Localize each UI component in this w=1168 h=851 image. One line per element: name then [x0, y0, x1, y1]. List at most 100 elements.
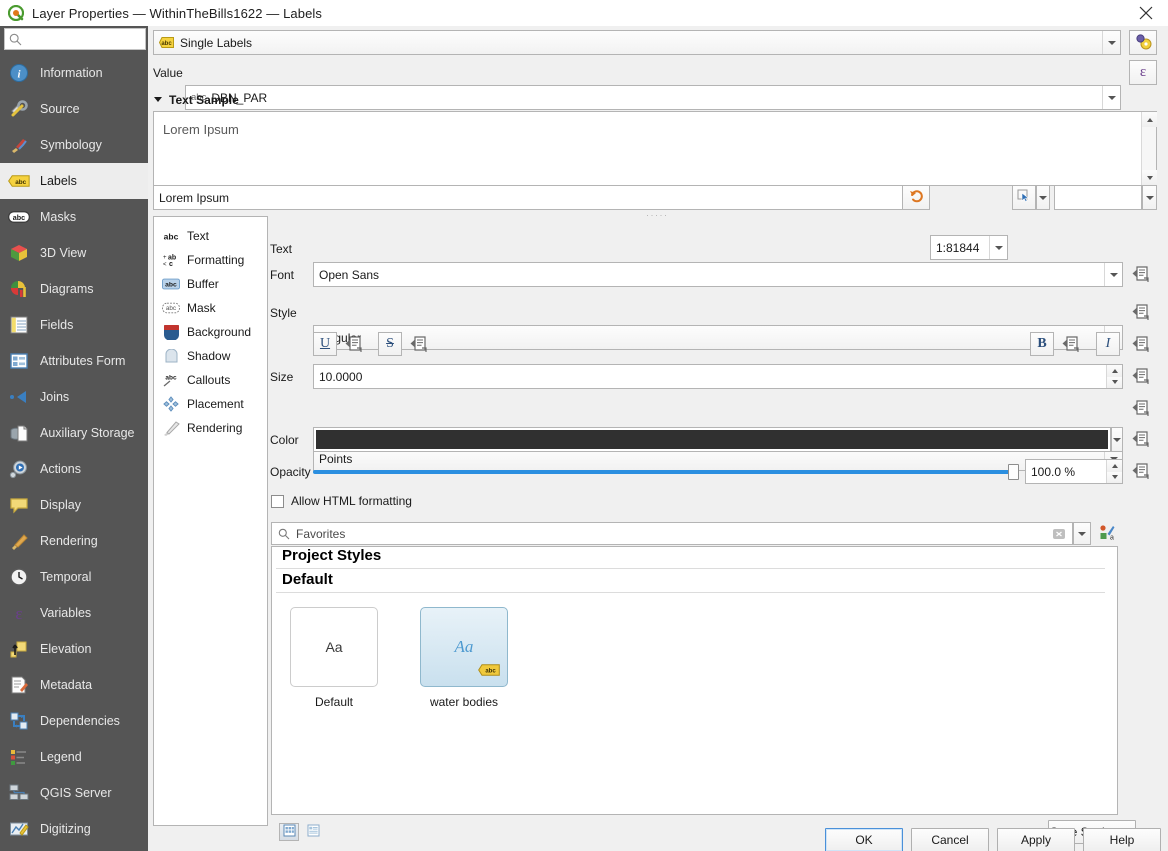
bold-override-button[interactable]: [1061, 334, 1080, 353]
font-combo[interactable]: Open Sans: [313, 262, 1123, 287]
sidebar-item-actions[interactable]: Actions: [0, 451, 148, 487]
sidebar-item-auxiliary-storage[interactable]: Auxiliary Storage: [0, 415, 148, 451]
label-mode-combo[interactable]: abc Single Labels: [153, 30, 1121, 55]
sidebar-item-masks[interactable]: abcMasks: [0, 199, 148, 235]
opacity-slider-handle[interactable]: [1008, 464, 1019, 480]
text-sample-section-header[interactable]: Text Sample: [153, 90, 239, 110]
grid-view-button[interactable]: [279, 823, 299, 841]
close-button[interactable]: [1124, 0, 1168, 26]
sidebar-item-labels[interactable]: abcLabels: [0, 163, 148, 199]
italic-button[interactable]: I: [1096, 332, 1120, 356]
strikethrough-override-button[interactable]: [409, 334, 428, 353]
style-group-header[interactable]: Default: [276, 571, 1105, 593]
help-button[interactable]: Help: [1083, 828, 1161, 851]
checkbox-box[interactable]: [271, 495, 284, 508]
sidebar-item-variables[interactable]: εVariables: [0, 595, 148, 631]
sidebar-item-legend[interactable]: Legend: [0, 739, 148, 775]
expression-button[interactable]: ε: [1129, 60, 1157, 85]
style-override-button[interactable]: [1131, 302, 1150, 321]
sidebar-search-field[interactable]: [22, 31, 132, 47]
map-pick-dropdown[interactable]: [1036, 185, 1050, 210]
size-step-up-icon[interactable]: [1107, 365, 1122, 377]
opacity-step-down-icon[interactable]: [1107, 472, 1122, 484]
opacity-slider[interactable]: [313, 462, 1019, 482]
cancel-button[interactable]: Cancel: [911, 828, 989, 851]
opacity-override-button[interactable]: [1131, 461, 1150, 480]
tab-text[interactable]: abcText: [154, 225, 267, 247]
clear-icon[interactable]: [1052, 527, 1066, 544]
map-pick-button[interactable]: [1012, 185, 1036, 210]
sidebar-item-elevation[interactable]: Elevation: [0, 631, 148, 667]
sample-extra-dropdown[interactable]: [1142, 185, 1157, 210]
color-dropdown[interactable]: [1111, 427, 1123, 452]
chevron-down-icon[interactable]: [1104, 263, 1122, 286]
styles-list-area[interactable]: Project StylesDefault AaDefault Aaabcwater…: [271, 546, 1118, 815]
revert-sample-button[interactable]: [902, 185, 930, 210]
ok-button[interactable]: OK: [825, 828, 903, 851]
units-override-button[interactable]: [1131, 398, 1150, 417]
sidebar-item-display[interactable]: Display: [0, 487, 148, 523]
underline-override-button[interactable]: [344, 334, 363, 353]
size-stepper[interactable]: [1106, 365, 1122, 388]
opacity-stepper[interactable]: [1106, 460, 1122, 483]
color-swatch-button[interactable]: [313, 427, 1111, 452]
sidebar-item-symbology[interactable]: Symbology: [0, 127, 148, 163]
sidebar-item-3d-view[interactable]: 3D View: [0, 235, 148, 271]
style-manager-button[interactable]: [1129, 30, 1157, 55]
size-step-down-icon[interactable]: [1107, 377, 1122, 389]
sidebar-item-joins[interactable]: Joins: [0, 379, 148, 415]
font-override-button[interactable]: [1131, 264, 1150, 283]
preview-vertical-scrollbar[interactable]: [1141, 112, 1156, 185]
style-entry[interactable]: AaDefault: [290, 607, 378, 709]
text-sample-input[interactable]: Lorem Ipsum: [153, 185, 903, 210]
tab-buffer[interactable]: abcBuffer: [154, 273, 267, 295]
sidebar-item-dependencies[interactable]: Dependencies: [0, 703, 148, 739]
style-combo[interactable]: Regular: [313, 325, 1123, 350]
sidebar-item-diagrams[interactable]: Diagrams: [0, 271, 148, 307]
size-override-button[interactable]: [1131, 366, 1150, 385]
italic-override-button[interactable]: [1131, 334, 1150, 353]
scroll-down-icon[interactable]: [1142, 170, 1157, 185]
tab-rendering[interactable]: Rendering: [154, 417, 267, 439]
sidebar-item-attributes-form[interactable]: Attributes Form: [0, 343, 148, 379]
chevron-down-icon[interactable]: [1102, 31, 1120, 54]
tab-placement[interactable]: Placement: [154, 393, 267, 415]
scroll-up-icon[interactable]: [1142, 112, 1157, 127]
strikethrough-button[interactable]: S: [378, 332, 402, 356]
list-view-button[interactable]: [303, 823, 323, 841]
style-entry[interactable]: Aaabcwater bodies: [420, 607, 508, 709]
sidebar-item-source[interactable]: Source: [0, 91, 148, 127]
sidebar-item-rendering[interactable]: Rendering: [0, 523, 148, 559]
text-sample-preview[interactable]: Lorem Ipsum: [153, 111, 1157, 186]
tab-formatting[interactable]: +ab<cFormatting: [154, 249, 267, 271]
value-combo[interactable]: abc DBN_PAR: [185, 85, 1121, 110]
styles-search-dropdown[interactable]: [1073, 522, 1091, 545]
chevron-down-icon[interactable]: [153, 93, 163, 107]
sidebar-item-metadata[interactable]: Metadata: [0, 667, 148, 703]
tab-mask[interactable]: abcMask: [154, 297, 267, 319]
styles-search-input[interactable]: Favorites: [271, 522, 1073, 545]
sidebar-item-temporal[interactable]: Temporal: [0, 559, 148, 595]
color-override-button[interactable]: [1131, 429, 1150, 448]
bold-button[interactable]: B: [1030, 332, 1054, 356]
style-thumbnail[interactable]: Aaabc: [420, 607, 508, 687]
apply-button[interactable]: Apply: [997, 828, 1075, 851]
tab-background[interactable]: Background: [154, 321, 267, 343]
size-input[interactable]: 10.0000: [313, 364, 1123, 389]
sample-extra-input[interactable]: [1054, 185, 1142, 210]
allow-html-checkbox[interactable]: Allow HTML formatting: [271, 494, 412, 508]
underline-button[interactable]: U: [313, 332, 337, 356]
sidebar-search-input[interactable]: [4, 28, 146, 50]
opacity-input[interactable]: 100.0 %: [1025, 459, 1123, 484]
tab-callouts[interactable]: abcCallouts: [154, 369, 267, 391]
sidebar-item-information[interactable]: iInformation: [0, 55, 148, 91]
style-group-header[interactable]: Project Styles: [276, 547, 1105, 569]
chevron-down-icon[interactable]: [1102, 86, 1120, 109]
opacity-step-up-icon[interactable]: [1107, 460, 1122, 472]
sidebar-item-digitizing[interactable]: Digitizing: [0, 811, 148, 847]
style-manager-button-2[interactable]: a: [1096, 522, 1118, 545]
sidebar-item-fields[interactable]: Fields: [0, 307, 148, 343]
style-thumbnail[interactable]: Aa: [290, 607, 378, 687]
sidebar-item-qgis-server[interactable]: QGIS Server: [0, 775, 148, 811]
tab-shadow[interactable]: Shadow: [154, 345, 267, 367]
